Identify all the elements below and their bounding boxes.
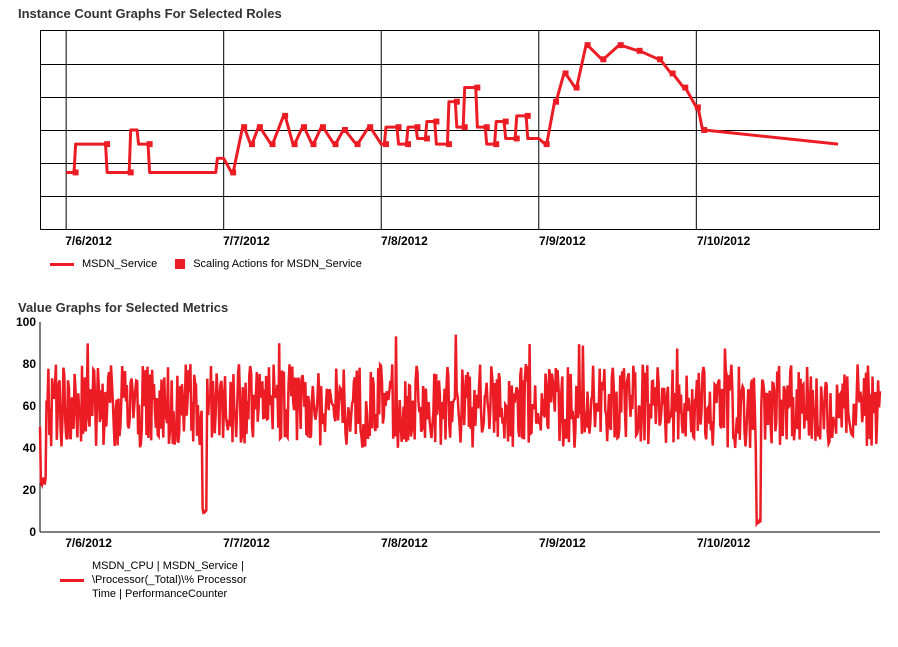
x-tick: 7/10/2012	[697, 536, 750, 550]
legend1-line-swatch	[50, 263, 74, 266]
x-tick: 7/7/2012	[223, 536, 270, 550]
chart2-svg	[40, 322, 880, 532]
chart1-legend: MSDN_Service Scaling Actions for MSDN_Se…	[50, 258, 362, 270]
chart2-ytick: 80	[6, 357, 36, 371]
chart2-ytick: 100	[6, 315, 36, 329]
x-tick: 7/8/2012	[381, 234, 428, 248]
x-tick: 7/6/2012	[65, 234, 112, 248]
legend1-series2-label: Scaling Actions for MSDN_Service	[193, 258, 362, 270]
chart1-title: Instance Count Graphs For Selected Roles	[18, 6, 282, 21]
x-tick: 7/10/2012	[697, 234, 750, 248]
legend2-line-swatch	[60, 579, 84, 582]
legend1-series2: Scaling Actions for MSDN_Service	[175, 258, 362, 270]
x-tick: 7/9/2012	[539, 234, 586, 248]
x-tick: 7/6/2012	[65, 536, 112, 550]
chart1-plot-area	[40, 30, 880, 230]
legend2-series1-label: MSDN_CPU | MSDN_Service | \Processor(_To…	[92, 560, 272, 601]
chart2-ytick: 20	[6, 483, 36, 497]
chart2-legend: MSDN_CPU | MSDN_Service | \Processor(_To…	[60, 560, 272, 601]
x-tick: 7/9/2012	[539, 536, 586, 550]
chart2-ytick: 60	[6, 399, 36, 413]
x-tick: 7/8/2012	[381, 536, 428, 550]
legend1-series1-label: MSDN_Service	[82, 258, 157, 270]
chart2-title: Value Graphs for Selected Metrics	[18, 300, 228, 315]
chart2-plot-area	[40, 322, 880, 532]
legend2-series1: MSDN_CPU | MSDN_Service | \Processor(_To…	[60, 560, 272, 601]
legend1-square-swatch	[175, 259, 185, 269]
x-tick: 7/7/2012	[223, 234, 270, 248]
chart2-ytick: 40	[6, 441, 36, 455]
chart1-svg	[41, 31, 879, 229]
chart2-ytick: 0	[6, 525, 36, 539]
legend1-series1: MSDN_Service	[50, 258, 157, 270]
page: Instance Count Graphs For Selected Roles…	[0, 0, 898, 647]
